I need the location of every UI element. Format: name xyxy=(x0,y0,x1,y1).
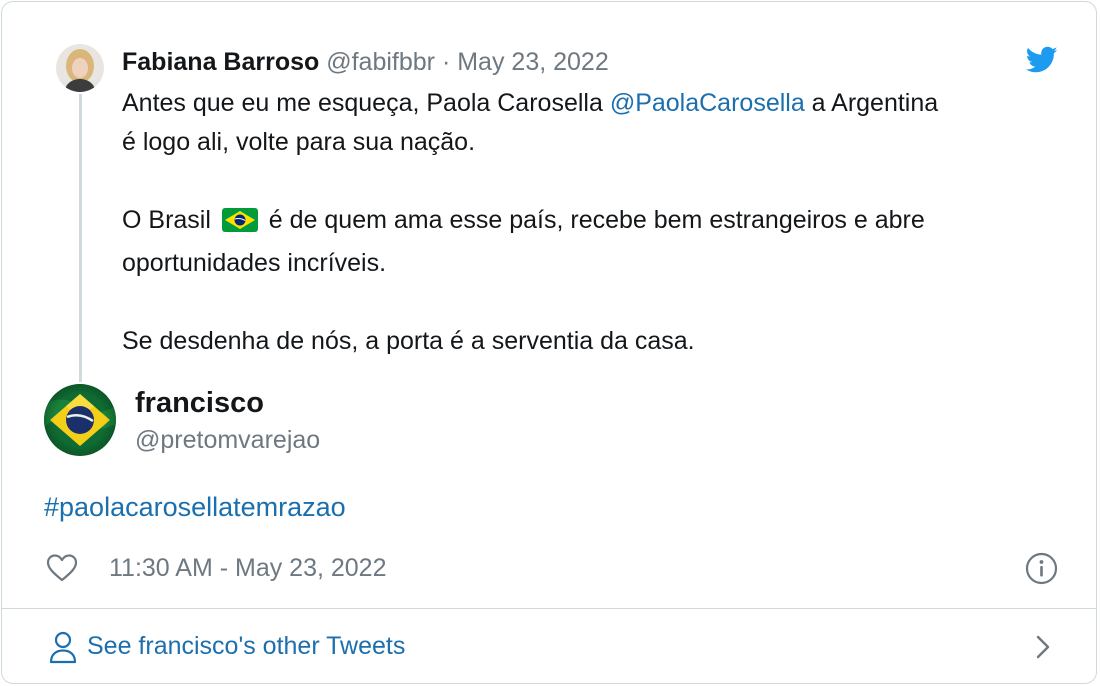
quoted-tweet-text: Antes que eu me esqueça, Paola Carosella… xyxy=(122,84,1052,361)
quoted-text-line: oportunidades incríveis. xyxy=(122,249,387,277)
quoted-text-line: Se desdenha de nós, a porta é a serventi… xyxy=(122,327,695,355)
footer-divider xyxy=(2,608,1096,609)
chevron-right-icon[interactable] xyxy=(1032,632,1054,662)
hashtag-link[interactable]: #paolacarosellatemrazao xyxy=(44,490,346,524)
text-segment: O Brasil xyxy=(122,206,218,234)
quoted-text-line: Antes que eu me esqueça, Paola Carosella… xyxy=(122,84,1052,123)
quoted-author-name[interactable]: Fabiana Barroso xyxy=(122,48,319,76)
author-avatar[interactable] xyxy=(44,384,116,456)
see-other-tweets-link[interactable]: See francisco's other Tweets xyxy=(87,630,405,662)
person-icon[interactable] xyxy=(48,630,78,664)
quoted-tweet-date[interactable]: May 23, 2022 xyxy=(457,48,609,76)
text-segment: é de quem ama esse país, recebe bem estr… xyxy=(261,206,925,234)
tweet-timestamp[interactable]: 11:30 AM - May 23, 2022 xyxy=(109,552,386,584)
header-separator: · xyxy=(441,48,451,76)
text-segment: a Argentina xyxy=(804,89,939,117)
quoted-author-handle[interactable]: @fabifbbr xyxy=(326,48,435,76)
heart-icon[interactable] xyxy=(46,553,78,583)
mention-link[interactable]: @PaolaCarosella xyxy=(610,89,805,117)
author-name[interactable]: francisco xyxy=(135,386,264,420)
author-handle[interactable]: @pretomvarejao xyxy=(135,424,320,456)
twitter-bird-icon[interactable] xyxy=(1025,46,1058,74)
info-icon[interactable] xyxy=(1025,552,1058,585)
quoted-tweet-header: Fabiana Barroso @fabifbbr · May 23, 2022 xyxy=(122,46,609,78)
tweet-embed-card: Fabiana Barroso @fabifbbr · May 23, 2022… xyxy=(1,1,1097,684)
quoted-author-avatar[interactable] xyxy=(56,44,104,92)
quoted-text-line: O Brasil é de quem ama esse país, recebe… xyxy=(122,201,1052,244)
thread-line xyxy=(79,94,82,382)
text-segment: Antes que eu me esqueça, Paola Carosella xyxy=(122,89,610,117)
quoted-text-line: é logo ali, volte para sua nação. xyxy=(122,128,476,156)
brazil-flag-icon xyxy=(221,205,258,244)
